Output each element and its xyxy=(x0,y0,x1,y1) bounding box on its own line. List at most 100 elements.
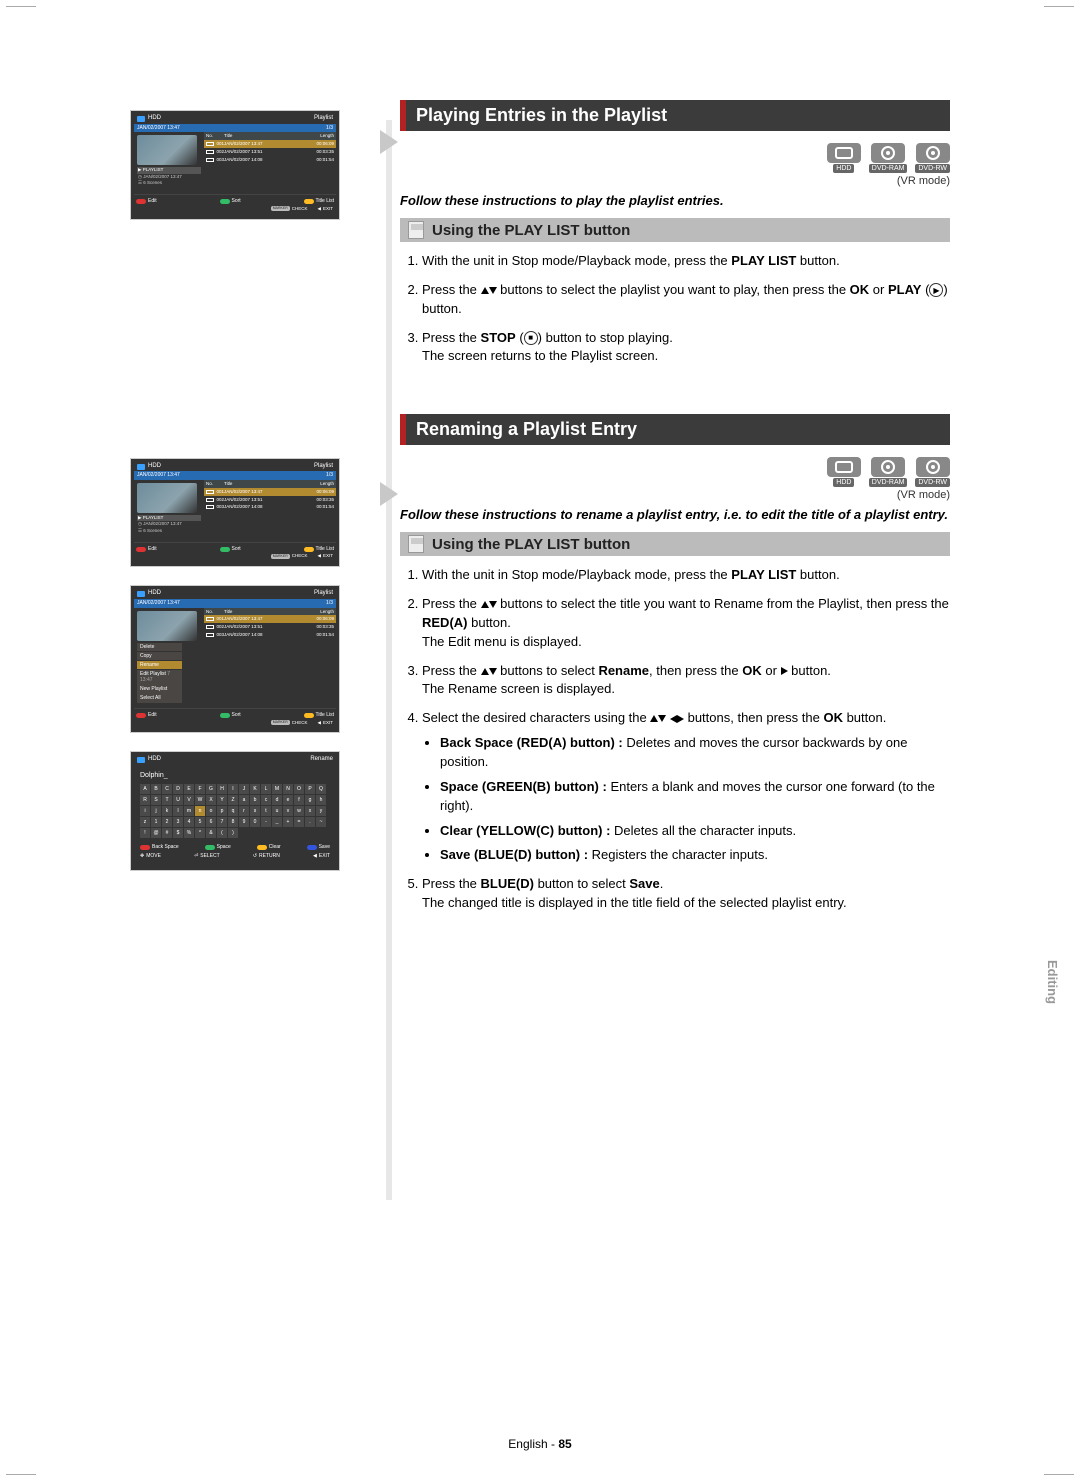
menu-item-active: Rename xyxy=(137,661,182,670)
keyboard-key: I xyxy=(228,784,238,794)
keyboard-key: f xyxy=(294,795,304,805)
media-icons: HDD DVD-RAM DVD-RW xyxy=(400,143,950,173)
keyboard-key: 6 xyxy=(206,817,216,827)
keyboard-key: 0 xyxy=(250,817,260,827)
keyboard-key: z xyxy=(140,817,150,827)
keyboard-key: _ xyxy=(272,817,282,827)
menu-item: Edit Playlist 7 13:47 xyxy=(137,670,182,685)
keyboard-key: Q xyxy=(316,784,326,794)
keyboard-key: u xyxy=(272,806,282,816)
remote-icon xyxy=(408,221,424,239)
keyboard-key: y xyxy=(316,806,326,816)
keyboard-key: K xyxy=(250,784,260,794)
table-head: No.TitleLength xyxy=(204,132,336,140)
count: 1/3 xyxy=(326,125,333,132)
keyboard-key: o xyxy=(206,806,216,816)
keyboard-key: i xyxy=(140,806,150,816)
arrow-marker-2 xyxy=(380,482,398,506)
screenshot-rename: HDD Rename Dolphin_ ABCDEFGHIJKLMNOPQRST… xyxy=(130,751,340,871)
keyboard-key: J xyxy=(239,784,249,794)
keyboard-key: ~ xyxy=(316,817,326,827)
step: Press the STOP (■) button to stop playin… xyxy=(422,329,950,367)
keyboard-key: X xyxy=(206,795,216,805)
keyboard-key: s xyxy=(250,806,260,816)
keyboard-key: 8 xyxy=(228,817,238,827)
keyboard-key: v xyxy=(283,806,293,816)
keyboard-key: l xyxy=(173,806,183,816)
table-row: 001JAN/02/2007 13:4700:06:09 xyxy=(204,140,336,148)
keyboard-key: U xyxy=(173,795,183,805)
keyboard-key: ( xyxy=(217,828,227,838)
stop-icon: ■ xyxy=(524,331,538,345)
keyboard-key: % xyxy=(184,828,194,838)
menu-item: Select All xyxy=(137,694,182,703)
keyboard-key: S xyxy=(151,795,161,805)
mode-note: (VR mode) xyxy=(400,489,950,501)
dvd-rw-icon xyxy=(926,146,940,160)
keyboard-key: T xyxy=(162,795,172,805)
right-arrow-icon xyxy=(781,667,788,675)
mode-note: (VR mode) xyxy=(400,175,950,187)
keyboard-key: & xyxy=(206,828,216,838)
screenshot-playlist-2: HDD Playlist JAN/02/2007 13:471/3 ▶ PLAY… xyxy=(130,458,340,568)
follow-instruction-2: Follow these instructions to rename a pl… xyxy=(400,507,950,522)
step: With the unit in Stop mode/Playback mode… xyxy=(422,252,950,271)
subbullet: Clear (YELLOW(C) button) : Deletes all t… xyxy=(440,822,950,841)
play-icon: ▶ xyxy=(929,283,943,297)
keyboard-key: x xyxy=(305,806,315,816)
keyboard-key: R xyxy=(140,795,150,805)
subbullet: Space (GREEN(B) button) : Enters a blank… xyxy=(440,778,950,816)
keyboard-key: A xyxy=(140,784,150,794)
step: Select the desired characters using the … xyxy=(422,709,950,865)
hdd-label: HDD xyxy=(148,115,161,123)
keyboard-key: = xyxy=(294,817,304,827)
keyboard-key: h xyxy=(316,795,326,805)
keyboard-key: H xyxy=(217,784,227,794)
guide-line xyxy=(386,120,392,1200)
keyboard-key: 1 xyxy=(151,817,161,827)
keyboard-key: Y xyxy=(217,795,227,805)
keyboard-key: w xyxy=(294,806,304,816)
left-info: ▶ PLAYLIST ◷ JAN/02/2007 13:47 ☰ 6 Scene… xyxy=(137,167,201,186)
context-menu: Delete Copy Rename Edit Playlist 7 13:47… xyxy=(137,643,182,703)
keyboard-key: P xyxy=(305,784,315,794)
screenshot-playlist-1: HDD Playlist JAN/02/2007 13:47 1/3 ▶ PLA… xyxy=(130,110,340,220)
hdd-icon xyxy=(835,147,853,159)
section-title-renaming: Renaming a Playlist Entry xyxy=(400,414,950,445)
menu-item: New Playlist xyxy=(137,685,182,694)
screenshot-submenu: HDD Playlist JAN/02/2007 13:471/3 Delete… xyxy=(130,585,340,733)
keyboard-key: F xyxy=(195,784,205,794)
table-row: 002JAN/02/2007 13:5100:03:35 xyxy=(204,148,336,156)
keyboard-key: 4 xyxy=(184,817,194,827)
arrow-marker-1 xyxy=(380,130,398,154)
keyboard-key: d xyxy=(272,795,282,805)
keyboard-key: r xyxy=(239,806,249,816)
keyboard-key: V xyxy=(184,795,194,805)
keyboard-key: b xyxy=(250,795,260,805)
subbullet: Back Space (RED(A) button) : Deletes and… xyxy=(440,734,950,772)
keyboard-key: E xyxy=(184,784,194,794)
keyboard-key: O xyxy=(294,784,304,794)
subhead-playlist-1: Using the PLAY LIST button xyxy=(400,218,950,242)
keyboard-key: ) xyxy=(228,828,238,838)
keyboard-key: n xyxy=(195,806,205,816)
keyboard-key: G xyxy=(206,784,216,794)
keyboard-key: C xyxy=(162,784,172,794)
keyboard-key: c xyxy=(261,795,271,805)
mode-label: Playlist xyxy=(314,115,333,123)
keyboard-key: W xyxy=(195,795,205,805)
rename-input: Dolphin_ xyxy=(140,771,330,780)
keyboard-key: q xyxy=(228,806,238,816)
menu-item: Copy xyxy=(137,652,182,661)
keyboard-key: 2 xyxy=(162,817,172,827)
keyboard-key: Z xyxy=(228,795,238,805)
down-arrow-icon xyxy=(489,287,497,294)
keyboard-key: j xyxy=(151,806,161,816)
left-arrow-icon xyxy=(670,715,677,723)
media-icons: HDD DVD-RAM DVD-RW xyxy=(400,457,950,487)
follow-instruction-1: Follow these instructions to play the pl… xyxy=(400,193,950,208)
keyboard-key: a xyxy=(239,795,249,805)
keyboard-key: 9 xyxy=(239,817,249,827)
timestamp: JAN/02/2007 13:47 xyxy=(137,125,180,132)
keyboard-key: D xyxy=(173,784,183,794)
